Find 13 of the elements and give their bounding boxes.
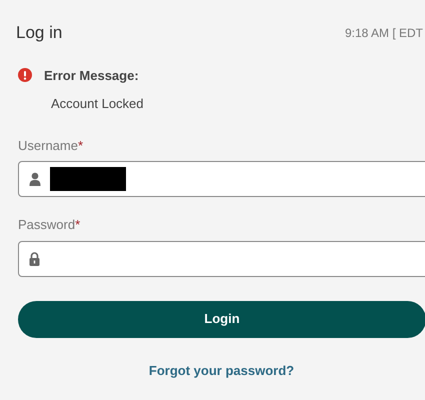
login-button[interactable]: Login (18, 300, 425, 338)
forgot-password-link[interactable]: Forgot your password? (148, 360, 294, 380)
time-label: 9:18 AM [ EDT (344, 24, 424, 42)
input-field[interactable] (18, 161, 425, 197)
error-message: Account Locked (50, 95, 145, 113)
error-icon (18, 68, 32, 82)
lock-icon (29, 252, 40, 266)
input-field[interactable] (18, 240, 425, 276)
field-label: Password* (18, 216, 82, 234)
page-title: Log in (16, 22, 62, 44)
error-heading: Error Message: (44, 66, 139, 85)
field-label: Username* (18, 136, 84, 154)
user-icon (29, 172, 41, 186)
